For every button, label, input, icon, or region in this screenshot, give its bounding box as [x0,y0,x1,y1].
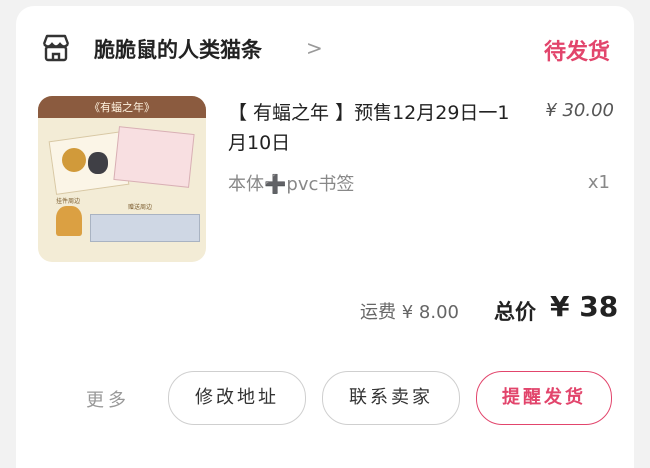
product-thumbnail[interactable]: 《有蝠之年》 挂件周边 赠送周边 [38,96,206,262]
product-variant: 本体➕pvc书签 [228,170,354,196]
total-label: 总价 [494,300,536,324]
shop-icon [42,34,70,62]
order-status: 待发货 [543,40,610,65]
order-header: 脆脆鼠的人类猫条 > 待发货 [16,6,634,90]
shipping-fee: 运费 ¥ 8.00 [360,302,459,323]
thumbnail-card-pink [113,126,195,188]
thumbnail-label-b: 赠送周边 [128,204,153,211]
contact-seller-button[interactable]: 联系卖家 [322,371,460,425]
variant-main: 本体 [228,174,264,195]
variant-extra: pvc书签 [286,174,355,195]
thumbnail-character-bat [88,152,108,174]
chevron-right-icon[interactable]: > [306,36,323,60]
shop-name-link[interactable]: 脆脆鼠的人类猫条 [94,34,262,64]
product-price: ¥ 30.00 [545,100,614,121]
order-card: 脆脆鼠的人类猫条 > 待发货 《有蝠之年》 挂件周边 赠送周边 【 有蝠之年 】… [16,6,634,468]
product-title[interactable]: 【 有蝠之年 】预售12月29日一1月10日 [228,98,528,158]
product-quantity: x1 [587,172,610,193]
more-button[interactable]: 更多 [86,386,130,412]
thumbnail-label-a: 挂件周边 [56,198,81,205]
remind-ship-button[interactable]: 提醒发货 [476,371,612,425]
thumbnail-flower-charm [56,206,82,236]
thumbnail-character-orange [62,148,86,172]
thumbnail-bookmark-strip [90,214,200,242]
total-value: ¥ 38 [550,290,619,323]
plus-icon: ➕ [264,174,287,195]
change-address-button[interactable]: 修改地址 [168,371,306,425]
thumbnail-title: 《有蝠之年》 [89,101,155,114]
